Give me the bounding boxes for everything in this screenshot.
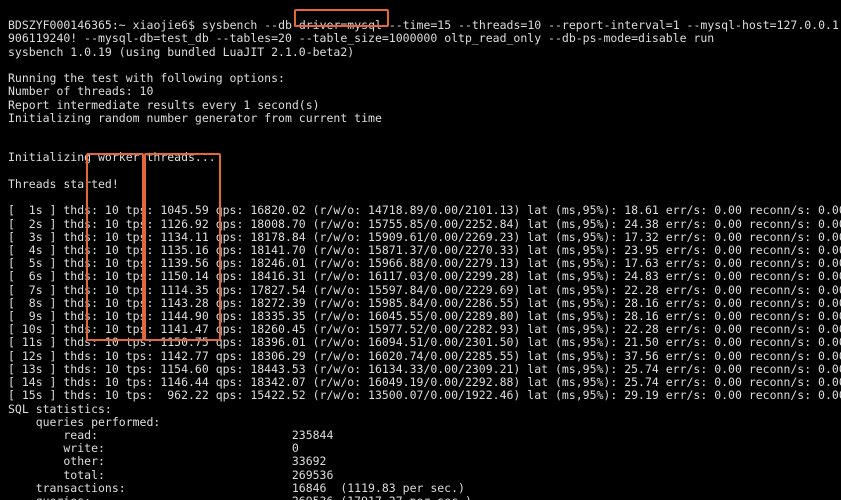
command-line-1: $ sysbench --db-driver=mysql --time=15 -… <box>188 18 841 32</box>
prompt-host: BDSZYF000146365 <box>8 18 112 32</box>
run-header: Running the test with following options:… <box>8 71 382 191</box>
command-line-2-right: ps-mode=disable run <box>583 31 715 45</box>
command-line-2-left: 906119240! --mysql-db=test_db --tables=2… <box>8 31 437 45</box>
prompt-user: xiaojie6 <box>133 18 188 32</box>
command-line-2-boxed: oltp_read_only --db- <box>437 31 582 45</box>
sysbench-version: sysbench 1.0.19 (using bundled LuaJIT 2.… <box>8 45 354 59</box>
interval-rows: [ 1s ] thds: 10 tps: 1045.59 qps: 16820.… <box>8 203 841 402</box>
sql-statistics: SQL statistics: queries performed: read:… <box>8 402 472 500</box>
terminal[interactable]: BDSZYF000146365:~ xiaojie6$ sysbench --d… <box>0 0 841 500</box>
prompt-path: ~ <box>119 18 126 32</box>
